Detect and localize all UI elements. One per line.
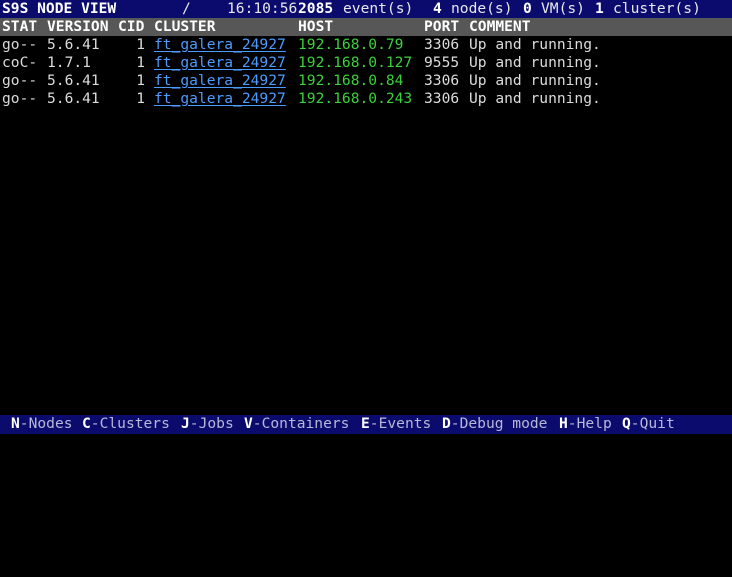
shortcut-label: -Jobs — [189, 415, 234, 432]
table-row[interactable]: go-- 5.6.41 1 ft_galera_24927 192.168.0.… — [0, 90, 732, 108]
node-cluster-id: 1 — [136, 90, 145, 107]
node-cluster-id: 1 — [136, 54, 145, 71]
shortcut-key: N — [11, 415, 20, 432]
node-host: 192.168.0.127 — [298, 54, 413, 71]
node-cluster-id: 1 — [136, 36, 145, 53]
nodes-count: 4 — [433, 0, 442, 17]
clock: 16:10:56 — [227, 0, 298, 17]
nodes-label: node(s) — [451, 0, 513, 17]
node-host: 192.168.0.243 — [298, 90, 413, 107]
table-row[interactable]: go-- 5.6.41 1 ft_galera_24927 192.168.0.… — [0, 36, 732, 54]
table-row[interactable]: coC- 1.7.1 1 ft_galera_24927 192.168.0.1… — [0, 54, 732, 72]
node-comment: Up and running. — [469, 54, 601, 71]
events-label: event(s) — [343, 0, 414, 17]
shortcut-key: Q — [622, 415, 631, 432]
node-cluster-id: 1 — [136, 72, 145, 89]
shortcut-nodes[interactable]: N-Nodes — [11, 415, 73, 433]
node-cluster-link[interactable]: ft_galera_24927 — [154, 54, 286, 72]
node-version: 5.6.41 — [47, 90, 100, 107]
node-cluster-link[interactable]: ft_galera_24927 — [154, 36, 286, 54]
shortcut-label: -Debug mode — [450, 415, 548, 432]
shortcut-label: -Containers — [252, 415, 350, 432]
shortcut-label: -Quit — [630, 415, 675, 432]
node-version: 5.6.41 — [47, 72, 100, 89]
shortcut-label: -Help — [567, 415, 612, 432]
column-header-host[interactable]: HOST — [298, 18, 333, 36]
shortcut-key: C — [82, 415, 91, 432]
table-row[interactable]: go-- 5.6.41 1 ft_galera_24927 192.168.0.… — [0, 72, 732, 90]
events-count: 2085 — [298, 0, 334, 17]
shortcut-containers[interactable]: V-Containers — [244, 415, 349, 433]
shortcut-key: V — [244, 415, 253, 432]
column-header-stat[interactable]: STAT — [2, 18, 37, 36]
shortcut-clusters[interactable]: C-Clusters — [82, 415, 170, 433]
view-title: S9S NODE VIEW — [2, 0, 117, 17]
shortcut-key: H — [559, 415, 568, 432]
title-bar: S9S NODE VIEW / 16:10:56 2085 event(s) 4… — [0, 0, 732, 18]
shortcut-debug-mode[interactable]: D-Debug mode — [442, 415, 547, 433]
node-port: 3306 — [424, 90, 460, 107]
node-host: 192.168.0.79 — [298, 36, 404, 53]
node-cluster-link[interactable]: ft_galera_24927 — [154, 90, 286, 108]
shortcut-events[interactable]: E-Events — [361, 415, 431, 433]
table-header: STAT VERSION CID CLUSTER HOST PORT COMME… — [0, 18, 732, 36]
node-port: 3306 — [424, 72, 460, 89]
column-header-comment[interactable]: COMMENT — [469, 18, 531, 36]
node-comment: Up and running. — [469, 36, 601, 53]
vms-label: VM(s) — [541, 0, 585, 17]
node-cluster-link[interactable]: ft_galera_24927 — [154, 72, 286, 90]
node-stat: go-- — [2, 72, 38, 89]
node-version: 5.6.41 — [47, 36, 100, 53]
node-stat: coC- — [2, 54, 38, 71]
node-port: 3306 — [424, 36, 460, 53]
column-header-version[interactable]: VERSION — [47, 18, 109, 36]
clusters-count: 1 — [595, 0, 604, 17]
node-stat: go-- — [2, 90, 38, 107]
footer-shortcut-bar: N-Nodes C-Clusters J-Jobs V-Containers E… — [0, 415, 732, 434]
activity-spinner: / — [182, 0, 191, 17]
shortcut-label: -Nodes — [19, 415, 73, 432]
node-port: 9555 — [424, 54, 460, 71]
node-host: 192.168.0.84 — [298, 72, 404, 89]
shortcut-key: E — [361, 415, 370, 432]
node-comment: Up and running. — [469, 90, 601, 107]
column-header-cid[interactable]: CID — [118, 18, 144, 36]
clusters-label: cluster(s) — [613, 0, 701, 17]
vms-count: 0 — [523, 0, 532, 17]
shortcut-quit[interactable]: Q-Quit — [622, 415, 675, 433]
node-comment: Up and running. — [469, 72, 601, 89]
node-version: 1.7.1 — [47, 54, 91, 71]
shortcut-key: J — [181, 415, 190, 432]
node-stat: go-- — [2, 36, 38, 53]
column-header-cluster[interactable]: CLUSTER — [154, 18, 216, 36]
column-header-port[interactable]: PORT — [424, 18, 459, 36]
shortcut-jobs[interactable]: J-Jobs — [181, 415, 234, 433]
shortcut-key: D — [442, 415, 451, 432]
shortcut-label: -Clusters — [90, 415, 170, 432]
shortcut-help[interactable]: H-Help — [559, 415, 612, 433]
shortcut-label: -Events — [369, 415, 432, 432]
